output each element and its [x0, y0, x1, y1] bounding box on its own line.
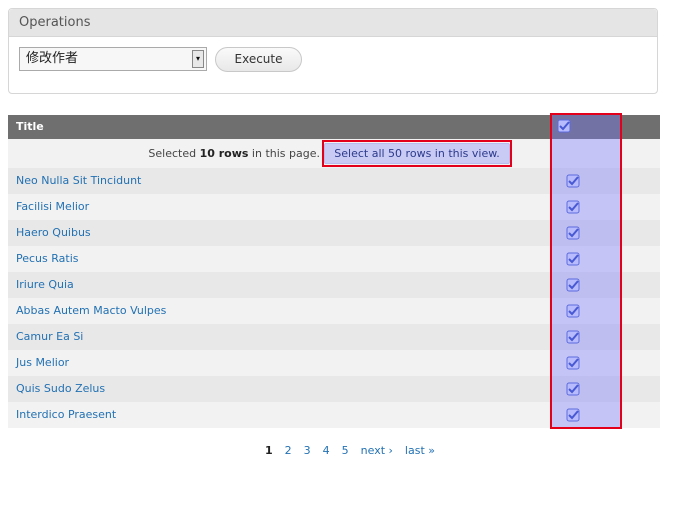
title-column-header[interactable]: Title — [16, 120, 44, 133]
pager: 1 2 3 4 5 next › last » — [0, 444, 700, 457]
table-row: Haero Quibus — [8, 220, 660, 246]
checkbox-checked-icon — [557, 119, 571, 133]
table-row: Pecus Ratis — [8, 246, 660, 272]
chevron-down-icon[interactable]: ▾ — [192, 50, 204, 68]
selection-info-row: Selected 10 rows in this page. Select al… — [8, 139, 660, 168]
row-checkbox[interactable] — [566, 252, 580, 266]
checkbox-checked-icon — [566, 382, 580, 396]
operations-title: Operations — [9, 9, 657, 37]
selection-info-text: Selected 10 rows in this page. — [148, 147, 320, 160]
execute-button[interactable]: Execute — [215, 47, 302, 72]
pager-next-link[interactable]: next › — [361, 444, 393, 457]
table-row: Camur Ea Si — [8, 324, 660, 350]
table-row: Iriure Quia — [8, 272, 660, 298]
row-title-link[interactable]: Haero Quibus — [16, 220, 91, 246]
checkbox-checked-icon — [566, 356, 580, 370]
row-checkbox[interactable] — [566, 174, 580, 188]
checkbox-checked-icon — [566, 304, 580, 318]
checkbox-checked-icon — [566, 408, 580, 422]
table-body: Neo Nulla Sit Tincidunt Facilisi Melior Ha… — [8, 168, 660, 428]
table-row: Interdico Praesent — [8, 402, 660, 428]
row-title-link[interactable]: Pecus Ratis — [16, 246, 79, 272]
row-title-link[interactable]: Facilisi Melior — [16, 194, 89, 220]
content-table: Title Selected 10 rows in this page. Sel… — [8, 115, 660, 428]
row-checkbox[interactable] — [566, 304, 580, 318]
row-checkbox[interactable] — [566, 408, 580, 422]
checkbox-checked-icon — [566, 330, 580, 344]
operations-panel: Operations 修改作者 ▾ Execute — [8, 8, 658, 94]
checkbox-checked-icon — [566, 226, 580, 240]
select-all-rows-button[interactable]: Select all 50 rows in this view. — [324, 143, 510, 164]
table-row: Abbas Autem Macto Vulpes — [8, 298, 660, 324]
checkbox-checked-icon — [566, 200, 580, 214]
pager-page-4[interactable]: 4 — [323, 444, 330, 457]
pager-last-link[interactable]: last » — [405, 444, 435, 457]
checkbox-checked-icon — [566, 278, 580, 292]
table-header: Title — [8, 115, 660, 139]
table-row: Jus Melior — [8, 350, 660, 376]
checkbox-checked-icon — [566, 174, 580, 188]
table-row: Quis Sudo Zelus — [8, 376, 660, 402]
row-checkbox[interactable] — [566, 278, 580, 292]
table-row: Neo Nulla Sit Tincidunt — [8, 168, 660, 194]
row-checkbox[interactable] — [566, 382, 580, 396]
pager-page-3[interactable]: 3 — [304, 444, 311, 457]
row-title-link[interactable]: Iriure Quia — [16, 272, 74, 298]
table-row: Facilisi Melior — [8, 194, 660, 220]
row-checkbox[interactable] — [566, 226, 580, 240]
operation-select-value: 修改作者 — [26, 51, 79, 66]
checkbox-checked-icon — [566, 252, 580, 266]
row-title-link[interactable]: Abbas Autem Macto Vulpes — [16, 298, 166, 324]
pager-page-5[interactable]: 5 — [342, 444, 349, 457]
selected-count: 10 rows — [199, 147, 249, 160]
row-checkbox[interactable] — [566, 356, 580, 370]
pager-page-2[interactable]: 2 — [285, 444, 292, 457]
row-title-link[interactable]: Jus Melior — [16, 350, 69, 376]
row-title-link[interactable]: Interdico Praesent — [16, 402, 116, 428]
pager-page-1: 1 — [265, 444, 273, 457]
row-title-link[interactable]: Camur Ea Si — [16, 324, 83, 350]
row-checkbox[interactable] — [566, 200, 580, 214]
row-title-link[interactable]: Quis Sudo Zelus — [16, 376, 105, 402]
row-checkbox[interactable] — [566, 330, 580, 344]
select-all-checkbox[interactable] — [557, 119, 571, 133]
operation-select[interactable]: 修改作者 ▾ — [19, 47, 207, 71]
row-title-link[interactable]: Neo Nulla Sit Tincidunt — [16, 168, 141, 194]
